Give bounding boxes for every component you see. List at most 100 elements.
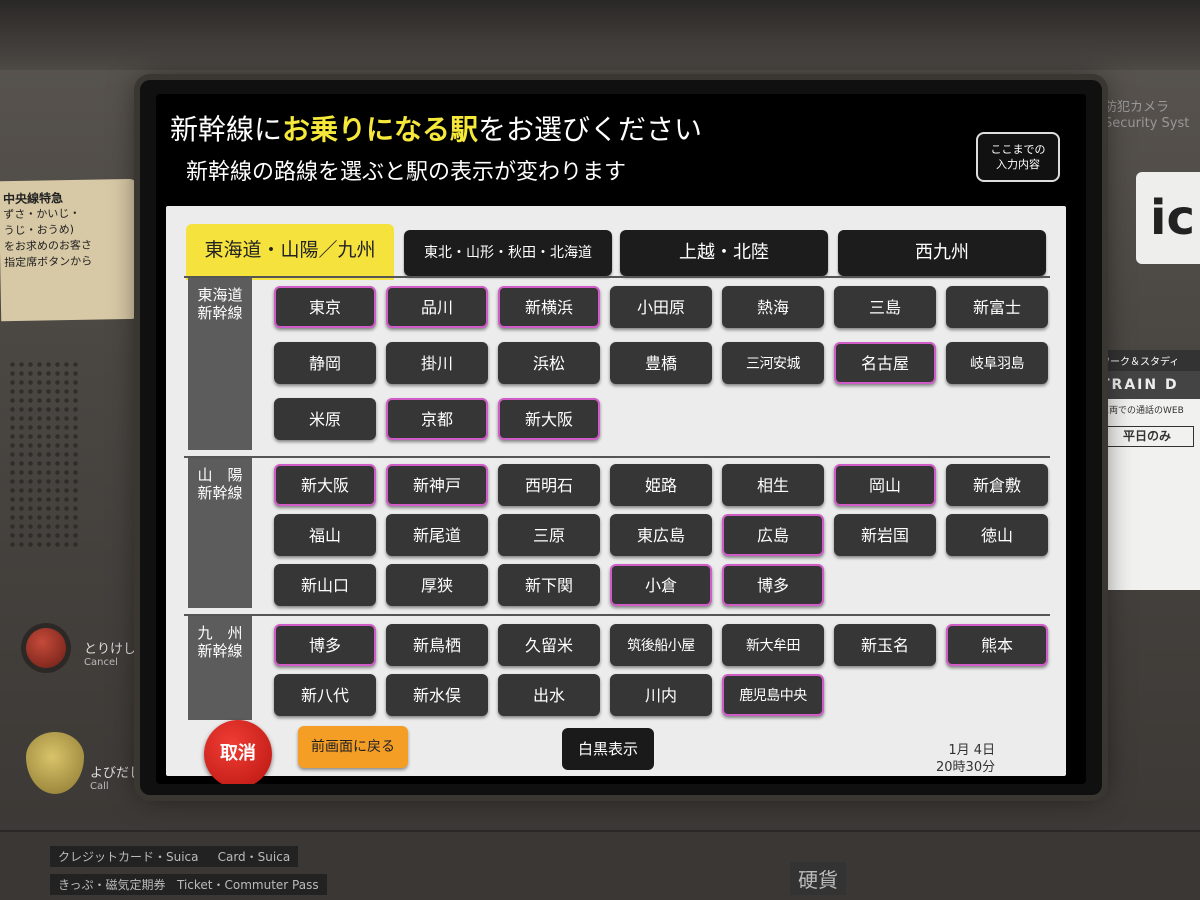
machine-top-frame bbox=[0, 0, 1200, 70]
left-notice-line: 指定席ボタンから bbox=[4, 254, 93, 270]
station-button-tokyo[interactable]: 東京 bbox=[274, 286, 376, 328]
station-button-shin-yokohama[interactable]: 新横浜 bbox=[498, 286, 600, 328]
station-button-shin-omuta[interactable]: 新大牟田 bbox=[722, 624, 824, 666]
section-label-line: 九 州 bbox=[197, 624, 243, 642]
station-button-shin-onomichi[interactable]: 新尾道 bbox=[386, 514, 488, 556]
back-button[interactable]: 前画面に戻る bbox=[298, 726, 408, 768]
cancel-button[interactable]: 取消 bbox=[204, 720, 272, 784]
station-button-mihara[interactable]: 三原 bbox=[498, 514, 600, 556]
station-button-nagoya[interactable]: 名古屋 bbox=[834, 342, 936, 384]
station-button-okayama[interactable]: 岡山 bbox=[834, 464, 936, 506]
station-button-hakata[interactable]: 博多 bbox=[274, 624, 376, 666]
hardware-cancel-label: とりけし Cancel bbox=[84, 638, 136, 668]
station-selection-panel: 東海道・山陽／九州 東北・山形・秋田・北海道 上越・北陸 西九州 東海道 新幹線… bbox=[166, 206, 1066, 776]
section-label-tokaido: 東海道 新幹線 bbox=[188, 278, 252, 450]
station-button-gifu-hashima[interactable]: 岐阜羽島 bbox=[946, 342, 1048, 384]
station-button-aioi[interactable]: 相生 bbox=[722, 464, 824, 506]
right-notice-top: ワーク＆スタディ bbox=[1094, 350, 1200, 371]
section-divider bbox=[184, 614, 1050, 616]
station-button-himeji[interactable]: 姫路 bbox=[610, 464, 712, 506]
station-button-shin-yamaguchi[interactable]: 新山口 bbox=[274, 564, 376, 606]
page-title: 新幹線にお乗りになる駅をお選びください bbox=[170, 108, 702, 148]
station-button-kumamoto[interactable]: 熊本 bbox=[946, 624, 1048, 666]
line-tabs: 東海道・山陽／九州 東北・山形・秋田・北海道 上越・北陸 西九州 bbox=[182, 216, 1062, 280]
station-button-hakata[interactable]: 博多 bbox=[722, 564, 824, 606]
monochrome-display-button[interactable]: 白黒表示 bbox=[562, 728, 654, 770]
station-button-shin-iwakuni[interactable]: 新岩国 bbox=[834, 514, 936, 556]
station-button-hiroshima[interactable]: 広島 bbox=[722, 514, 824, 556]
station-button-shin-minamata[interactable]: 新水俣 bbox=[386, 674, 488, 716]
security-camera-label-jp: 防犯カメラ bbox=[1104, 100, 1170, 115]
ic-card-icon: ic bbox=[1150, 190, 1195, 246]
right-notice-title: TRAIN D bbox=[1094, 371, 1200, 399]
card-slot-label-en: Card・Suica bbox=[217, 850, 291, 864]
station-button-higashi-hiroshima[interactable]: 東広島 bbox=[610, 514, 712, 556]
station-button-shin-kobe[interactable]: 新神戸 bbox=[386, 464, 488, 506]
right-notice-poster: ワーク＆スタディ TRAIN D 車両での通話のWEB 平日のみ bbox=[1090, 350, 1200, 590]
ticket-slot-label-jp: きっぷ・磁気定期券 bbox=[58, 878, 166, 892]
section-label-line: 東海道 bbox=[197, 286, 243, 304]
tab-tohoku-yamagata-akita-hokkaido[interactable]: 東北・山形・秋田・北海道 bbox=[404, 230, 612, 276]
station-button-mishima[interactable]: 三島 bbox=[834, 286, 936, 328]
page-title-highlight: お乗りになる駅 bbox=[282, 113, 479, 146]
station-button-fukuyama[interactable]: 福山 bbox=[274, 514, 376, 556]
right-notice-body-text: 車両での通話のWEB bbox=[1100, 406, 1184, 416]
section-label-kyushu: 九 州 新幹線 bbox=[188, 616, 252, 720]
security-camera-label: 防犯カメラ Security Syst bbox=[1104, 100, 1189, 132]
station-button-odawara[interactable]: 小田原 bbox=[610, 286, 712, 328]
right-notice-box: 平日のみ bbox=[1100, 426, 1194, 447]
ticket-slot-label: きっぷ・磁気定期券 Ticket・Commuter Pass bbox=[50, 874, 327, 895]
hardware-call-button[interactable] bbox=[26, 732, 84, 794]
station-button-maibara[interactable]: 米原 bbox=[274, 398, 376, 440]
station-button-atami[interactable]: 熱海 bbox=[722, 286, 824, 328]
station-button-shinagawa[interactable]: 品川 bbox=[386, 286, 488, 328]
station-button-kagoshima-chuo[interactable]: 鹿児島中央 bbox=[722, 674, 824, 716]
station-button-mikawa-anjo[interactable]: 三河安城 bbox=[722, 342, 824, 384]
card-slot-label: クレジットカード・Suica Card・Suica bbox=[50, 846, 299, 867]
station-button-shin-kurashiki[interactable]: 新倉敷 bbox=[946, 464, 1048, 506]
section-divider bbox=[184, 456, 1050, 458]
hardware-call-label-en: Call bbox=[90, 781, 109, 792]
coin-slot-label: 硬貨 bbox=[790, 862, 846, 895]
ticket-slot-label-en: Ticket・Commuter Pass bbox=[176, 878, 319, 892]
touch-screen: 新幹線にお乗りになる駅をお選びください 新幹線の路線を選ぶと駅の表示が変わります… bbox=[156, 94, 1086, 784]
station-button-shin-yatsushiro[interactable]: 新八代 bbox=[274, 674, 376, 716]
page-title-prefix: 新幹線に bbox=[170, 113, 283, 146]
station-button-asa[interactable]: 厚狭 bbox=[386, 564, 488, 606]
station-button-toyohashi[interactable]: 豊橋 bbox=[610, 342, 712, 384]
station-button-hamamatsu[interactable]: 浜松 bbox=[498, 342, 600, 384]
security-camera-label-en: Security Syst bbox=[1104, 116, 1190, 131]
section-label-line: 新幹線 bbox=[197, 304, 243, 322]
station-button-chikugo-funagoya[interactable]: 筑後船小屋 bbox=[610, 624, 712, 666]
station-button-izumi[interactable]: 出水 bbox=[498, 674, 600, 716]
time-text: 20時30分 bbox=[936, 760, 996, 775]
hardware-call-label-jp: よびだし bbox=[90, 766, 143, 781]
hardware-cancel-button[interactable] bbox=[26, 628, 66, 668]
station-button-shin-shimonoseki[interactable]: 新下関 bbox=[498, 564, 600, 606]
station-button-shin-osaka[interactable]: 新大阪 bbox=[274, 464, 376, 506]
tab-nishi-kyushu[interactable]: 西九州 bbox=[838, 230, 1046, 276]
section-label-sanyo: 山 陽 新幹線 bbox=[188, 458, 252, 608]
station-button-tokuyama[interactable]: 徳山 bbox=[946, 514, 1048, 556]
station-button-shin-tosu[interactable]: 新鳥栖 bbox=[386, 624, 488, 666]
station-button-shin-fuji[interactable]: 新富士 bbox=[946, 286, 1048, 328]
tab-joetsu-hokuriku[interactable]: 上越・北陸 bbox=[620, 230, 828, 276]
speaker-grille bbox=[8, 360, 78, 550]
station-button-shin-tamana[interactable]: 新玉名 bbox=[834, 624, 936, 666]
station-button-shin-osaka[interactable]: 新大阪 bbox=[498, 398, 600, 440]
tab-tokaido-sanyo-kyushu[interactable]: 東海道・山陽／九州 bbox=[186, 224, 394, 280]
station-button-nishi-akashi[interactable]: 西明石 bbox=[498, 464, 600, 506]
station-button-kokura[interactable]: 小倉 bbox=[610, 564, 712, 606]
input-summary-button[interactable]: ここまでの 入力内容 bbox=[976, 132, 1060, 182]
hardware-cancel-label-en: Cancel bbox=[84, 657, 118, 668]
station-button-kurume[interactable]: 久留米 bbox=[498, 624, 600, 666]
input-summary-line1: ここまでの bbox=[990, 143, 1046, 156]
station-button-kyoto[interactable]: 京都 bbox=[386, 398, 488, 440]
ic-card-sign: ic bbox=[1136, 172, 1200, 264]
page-title-suffix: をお選びください bbox=[478, 113, 703, 146]
section-divider bbox=[184, 276, 1050, 278]
station-button-sendai-kyushu[interactable]: 川内 bbox=[610, 674, 712, 716]
station-button-kakegawa[interactable]: 掛川 bbox=[386, 342, 488, 384]
station-button-shizuoka[interactable]: 静岡 bbox=[274, 342, 376, 384]
section-label-line: 新幹線 bbox=[197, 642, 243, 660]
